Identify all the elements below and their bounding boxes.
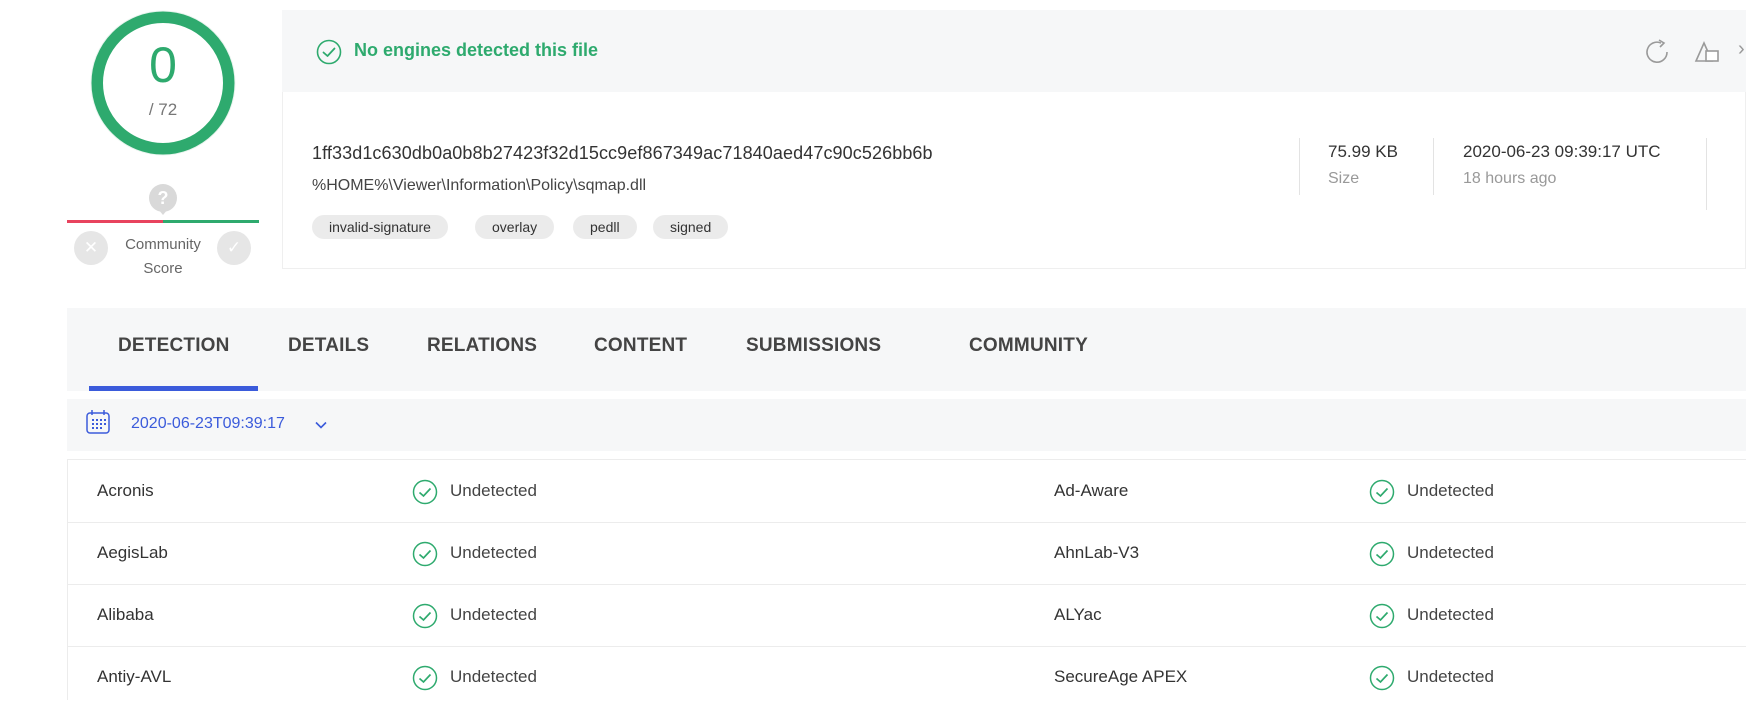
divider [1299, 138, 1300, 195]
detection-count: 0 [149, 37, 177, 93]
community-bar-positive [163, 220, 259, 223]
community-label-line1: Community [125, 236, 201, 253]
engine-result: Undetected [1407, 667, 1494, 686]
engine-result: Undetected [1407, 543, 1494, 562]
divider [1706, 138, 1707, 210]
check-circle-icon [1369, 665, 1395, 691]
community-bar-negative [67, 220, 163, 223]
divider [1433, 138, 1434, 195]
check-circle-icon [412, 603, 438, 629]
vote-malicious-button[interactable]: ✕ [74, 231, 108, 265]
engine-result: Undetected [450, 605, 537, 624]
file-size-value: 75.99 KB [1328, 142, 1398, 161]
engine-name: Ad-Aware [1054, 481, 1129, 500]
active-tab-indicator [89, 386, 258, 391]
engine-name: Alibaba [97, 605, 154, 624]
file-tag[interactable]: pedll [573, 215, 637, 239]
reanalyze-icon[interactable] [1642, 37, 1672, 67]
engine-name: Acronis [97, 481, 154, 500]
engine-result: Undetected [1407, 481, 1494, 500]
detection-status: No engines detected this file [354, 40, 599, 60]
community-score-marker: ? [149, 184, 177, 215]
engine-total: / 72 [148, 100, 178, 119]
engine-result: Undetected [450, 481, 537, 500]
analysis-date-select[interactable]: 2020-06-23T09:39:17 [131, 415, 285, 433]
analysis-date-value: 2020-06-23 09:39:17 UTC [1463, 142, 1661, 161]
file-size-label: Size [1328, 170, 1360, 187]
tab-community[interactable]: COMMUNITY [969, 335, 1088, 357]
engine-name: AhnLab-V3 [1054, 543, 1140, 562]
file-path: %HOME%\Viewer\Information\Policy\sqmap.d… [312, 177, 647, 194]
similar-files-icon[interactable] [1692, 37, 1724, 67]
analysis-date-relative: 18 hours ago [1463, 170, 1557, 187]
community-score-label: Community Score [114, 233, 212, 281]
check-circle-icon [1369, 603, 1395, 629]
tab-details[interactable]: DETAILS [288, 335, 369, 357]
file-tag[interactable]: invalid-signature [312, 215, 448, 239]
engine-result: Undetected [450, 543, 537, 562]
file-hash[interactable]: 1ff33d1c630db0a0b8b27423f32d15cc9ef86734… [312, 143, 933, 164]
table-row: AegisLab Undetected AhnLab-V3 Undetected [67, 522, 1746, 585]
calendar-icon[interactable] [84, 408, 112, 436]
engine-name: ALYac [1054, 605, 1102, 624]
table-row: Alibaba Undetected ALYac Undetected [67, 584, 1746, 647]
more-actions-icon[interactable]: › [1738, 38, 1745, 61]
check-circle-icon [1369, 541, 1395, 567]
engine-result: Undetected [450, 667, 537, 686]
check-circle-icon [1369, 479, 1395, 505]
check-circle-icon [412, 665, 438, 691]
table-row: Acronis Undetected Ad-Aware Undetected [67, 460, 1746, 523]
engine-name: Antiy-AVL [97, 667, 172, 686]
tab-content[interactable]: CONTENT [594, 335, 687, 357]
check-circle-icon [316, 39, 342, 65]
check-circle-icon [412, 541, 438, 567]
tab-detection[interactable]: DETECTION [118, 335, 230, 357]
engine-name: SecureAge APEX [1054, 667, 1188, 686]
check-circle-icon [412, 479, 438, 505]
file-tag[interactable]: overlay [475, 215, 555, 239]
chevron-down-icon[interactable] [314, 418, 328, 432]
engine-result: Undetected [1407, 605, 1494, 624]
tab-relations[interactable]: RELATIONS [427, 335, 537, 357]
file-tag[interactable]: signed [653, 215, 729, 239]
vote-harmless-button[interactable]: ✓ [217, 231, 251, 265]
tab-submissions[interactable]: SUBMISSIONS [746, 335, 881, 357]
engine-name: AegisLab [97, 543, 168, 562]
community-label-line2: Score [143, 260, 183, 277]
